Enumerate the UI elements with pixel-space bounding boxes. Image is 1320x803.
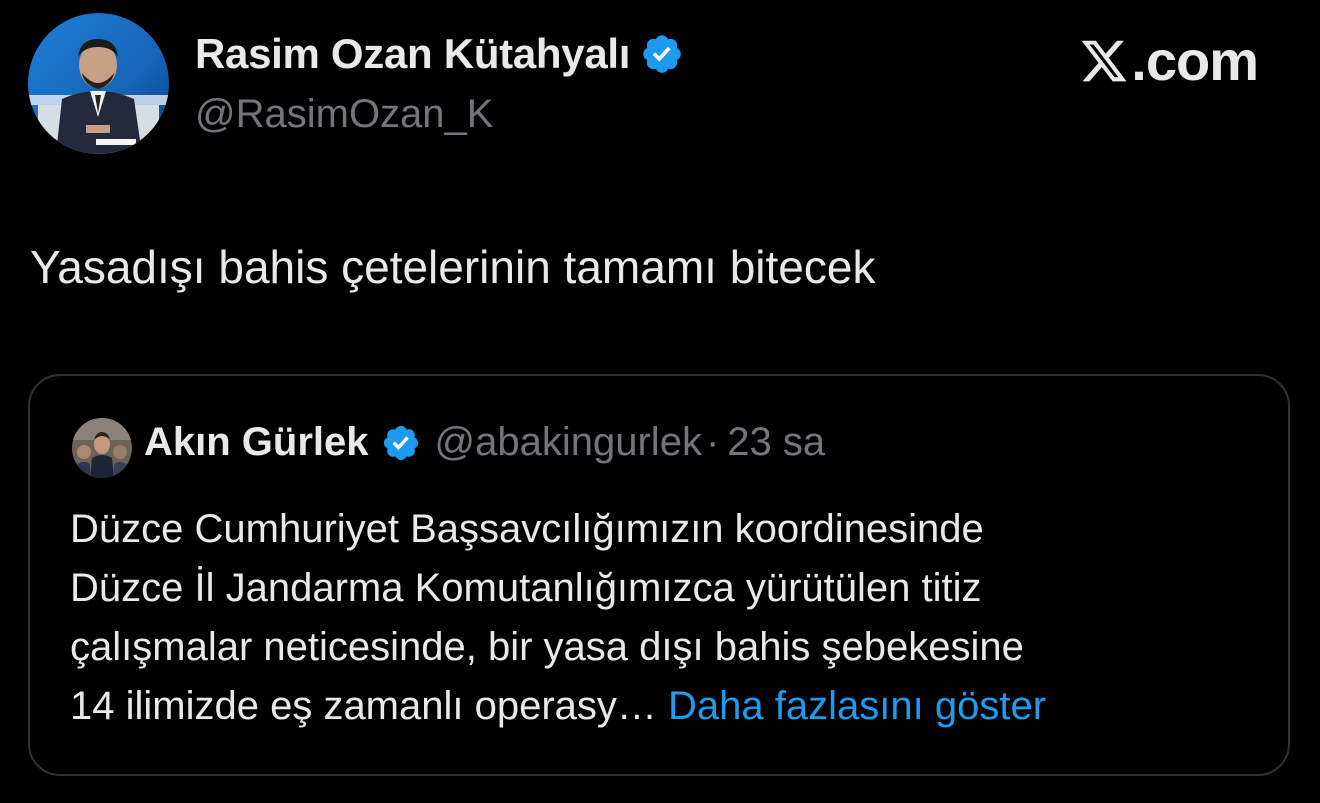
quoted-timestamp[interactable]: 23 sa <box>727 420 825 465</box>
author-name-text[interactable]: Rasim Ozan Kütahyalı <box>195 30 630 78</box>
quoted-text-line-last: 14 ilimizde eş zamanlı operasy… Daha faz… <box>70 677 1270 736</box>
tweet-screenshot: Rasim Ozan Kütahyalı @RasimOzan_K .com Y… <box>0 0 1320 803</box>
quoted-tweet-text: Düzce Cumhuriyet Başsavcılığımızın koord… <box>70 500 1270 736</box>
quoted-verified-badge-icon <box>381 423 421 463</box>
quoted-text-line: çalışmalar neticesinde, bir yasa dışı ba… <box>70 625 1024 669</box>
quoted-text-line: Düzce Cumhuriyet Başsavcılığımızın koord… <box>70 507 984 551</box>
quoted-text-line: Düzce İl Jandarma Komutanlığımızca yürüt… <box>70 566 982 610</box>
quoted-avatar-photo <box>72 418 132 478</box>
quoted-text-truncated: 14 ilimizde eş zamanlı operasy… <box>70 684 657 728</box>
quoted-author-name[interactable]: Akın Gürlek <box>144 420 369 465</box>
author-avatar[interactable] <box>28 13 169 154</box>
x-brand: .com <box>1079 28 1259 93</box>
tweet-text: Yasadışı bahis çetelerinin tamamı bitece… <box>30 241 876 293</box>
quoted-separator-dot: · <box>705 420 720 464</box>
quoted-tweet-header: Akın Gürlek @abakingurlek · 23 sa <box>144 420 825 465</box>
avatar-photo <box>28 13 169 154</box>
x-logo-icon <box>1081 40 1127 81</box>
quoted-author-handle[interactable]: @abakingurlek <box>435 420 702 465</box>
show-more-link[interactable]: Daha fazlasını göster <box>668 684 1046 728</box>
verified-badge-icon <box>640 32 684 76</box>
quoted-tweet-card[interactable]: Akın Gürlek @abakingurlek · 23 sa Düzce … <box>28 374 1290 776</box>
author-handle[interactable]: @RasimOzan_K <box>195 92 493 137</box>
author-name[interactable]: Rasim Ozan Kütahyalı <box>195 30 684 78</box>
quoted-author-avatar[interactable] <box>72 418 132 478</box>
brand-domain: .com <box>1131 29 1259 92</box>
